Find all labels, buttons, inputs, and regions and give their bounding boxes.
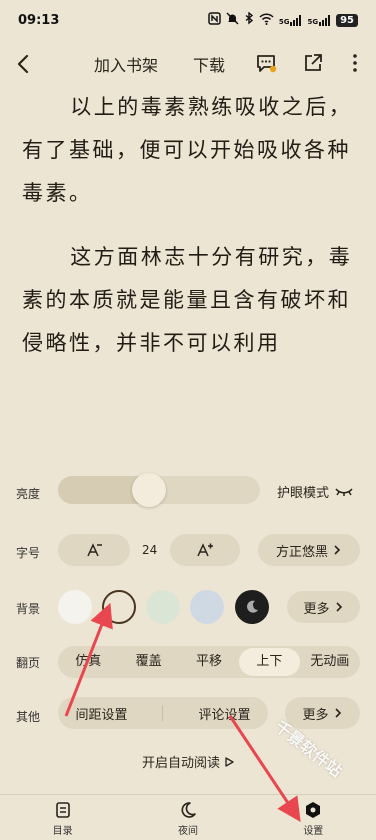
back-button[interactable]	[14, 52, 34, 76]
bottom-nav: 目录 夜间 设置	[0, 794, 376, 840]
font-size-value: 24	[142, 543, 158, 557]
page-turn-option[interactable]: 仿真	[58, 648, 118, 676]
nfc-icon	[208, 12, 221, 28]
comment-button[interactable]	[255, 52, 277, 74]
reader-settings-panel: 亮度 护眼模式 字号 24 方正悠黑 背景 更多 翻页 仿真 覆盖 平移 上下 …	[0, 454, 376, 840]
add-to-shelf-button[interactable]: 加入书架	[94, 52, 158, 76]
divider	[162, 705, 164, 721]
mute-icon	[226, 12, 239, 28]
eye-care-label: 护眼模式	[277, 486, 330, 501]
reading-paragraph: 这方面林志十分有研究，毒素的本质就是能量且含有破坏和侵略性，并非不可以利用	[22, 245, 353, 355]
catalog-icon	[55, 802, 70, 818]
more-vertical-icon	[353, 54, 357, 72]
other-label: 其他	[16, 710, 41, 724]
font-family-label: 方正悠黑	[275, 544, 328, 560]
background-swatch-white[interactable]	[58, 590, 92, 624]
other-more-label: 更多	[302, 707, 329, 723]
page-turn-label: 翻页	[16, 656, 41, 670]
moon-icon	[181, 802, 196, 818]
reader-toolbar: 加入书架 下载	[0, 42, 376, 86]
brightness-slider[interactable]	[58, 473, 260, 507]
page-turn-option-selected[interactable]: 上下	[239, 648, 300, 676]
eye-closed-icon	[335, 487, 353, 496]
share-icon	[305, 54, 322, 71]
signal-1-label: 5G	[278, 17, 290, 26]
background-label: 背景	[16, 602, 41, 616]
chevron-right-icon	[335, 602, 342, 612]
page-turn-option[interactable]: 平移	[179, 648, 239, 676]
background-swatch-blue[interactable]	[190, 590, 224, 624]
status-time: 09:13	[18, 12, 60, 28]
brightness-slider-thumb[interactable]	[131, 473, 166, 507]
play-icon	[225, 756, 234, 767]
moon-icon	[247, 600, 258, 613]
font-decrease-button[interactable]	[58, 534, 130, 566]
nav-night[interactable]: 夜间	[125, 795, 250, 840]
other-settings-group: 间距设置 评论设置	[58, 697, 268, 729]
settings-icon	[306, 802, 321, 818]
status-icons: 5G 5G 95	[208, 11, 358, 28]
signal-2-label: 5G	[307, 17, 319, 26]
font-increase-icon	[197, 543, 213, 557]
share-button[interactable]	[302, 52, 324, 74]
comment-settings-button[interactable]: 评论设置	[198, 704, 250, 723]
signal-2-icon: 5G	[307, 14, 331, 26]
nav-label: 夜间	[177, 826, 198, 837]
font-increase-button[interactable]	[170, 534, 240, 566]
bluetooth-icon	[244, 11, 254, 28]
signal-1-icon: 5G	[278, 14, 303, 26]
more-menu-button[interactable]	[344, 52, 366, 74]
brightness-label: 亮度	[16, 487, 41, 501]
status-bar: 09:13 5G 5G 95	[0, 0, 376, 40]
font-size-label: 字号	[16, 546, 41, 560]
wifi-icon	[259, 12, 274, 28]
font-decrease-icon	[87, 543, 102, 557]
page-turn-selector: 仿真 覆盖 平移 上下 无动画	[58, 646, 360, 678]
reading-paragraph: 以上的毒素熟练吸收之后，有了基础，便可以开始吸收各种毒素。	[22, 95, 353, 205]
spacing-settings-button[interactable]: 间距设置	[75, 704, 127, 723]
background-more-button[interactable]: 更多	[287, 591, 360, 623]
chevron-left-icon	[17, 54, 29, 74]
comment-icon	[257, 55, 277, 73]
nav-label: 目录	[52, 826, 73, 837]
nav-label: 设置	[303, 826, 324, 837]
other-more-button[interactable]: 更多	[285, 697, 360, 729]
download-button[interactable]: 下载	[193, 52, 225, 76]
background-more-label: 更多	[303, 601, 330, 617]
reading-content: 以上的毒素熟练吸收之后，有了基础，便可以开始吸收各种毒素。 这方面林志十分有研究…	[0, 86, 376, 454]
chevron-right-icon	[334, 708, 341, 718]
auto-read-label: 开启自动阅读	[141, 756, 220, 771]
auto-read-button[interactable]: 开启自动阅读	[0, 752, 376, 771]
page-turn-option[interactable]: 无动画	[300, 648, 360, 676]
background-swatch-dark[interactable]	[235, 590, 269, 624]
chevron-right-icon	[334, 545, 341, 555]
background-swatch-beige-selected[interactable]	[102, 590, 136, 624]
background-swatch-green[interactable]	[146, 590, 180, 624]
battery-indicator: 95	[336, 13, 358, 27]
eye-care-toggle[interactable]: 护眼模式	[277, 482, 353, 501]
nav-catalog[interactable]: 目录	[0, 795, 125, 840]
font-family-button[interactable]: 方正悠黑	[258, 534, 360, 566]
page-turn-option[interactable]: 覆盖	[118, 648, 178, 676]
nav-settings[interactable]: 设置	[251, 795, 376, 840]
